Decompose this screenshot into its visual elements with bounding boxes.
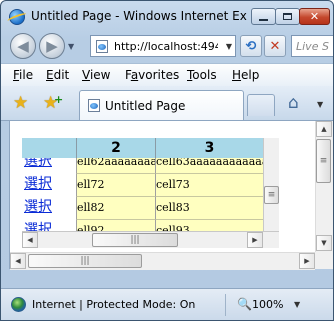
security-zone-status[interactable]: Internet | Protected Mode: On [32, 298, 195, 311]
grid-horizontal-scroll-thumb[interactable]: ||| [92, 233, 178, 247]
scrollbar-corner [315, 252, 332, 269]
page-scroll-left-icon[interactable]: ◀ [10, 253, 26, 269]
title-bar[interactable]: Untitled Page - Windows Internet Ex ✕ [1, 1, 333, 31]
zoom-level[interactable]: 100% [252, 298, 283, 311]
table-row: 選択 ell62aaaaaaaaaaaa cell63aaaaaaaaaaaaa… [22, 158, 263, 173]
tab-page-icon [88, 99, 100, 112]
menu-file[interactable]: File [13, 68, 33, 82]
select-link[interactable]: 選択 [22, 219, 76, 231]
minimize-icon [259, 18, 268, 21]
page-vertical-scroll-thumb[interactable]: ≡ [316, 139, 331, 183]
scroll-up-icon[interactable]: ▲ [316, 121, 332, 137]
favorites-center-icon[interactable]: ★ [13, 93, 28, 113]
window-title: Untitled Page - Windows Internet Ex [31, 9, 247, 23]
select-link[interactable]: 選択 [22, 173, 76, 196]
menu-bar: File Edit View Favorites Tools Help [1, 63, 333, 87]
grid-cell: ell82 [76, 196, 155, 219]
page-horizontal-scrollbar[interactable]: ◀ ||| ▶ [10, 252, 315, 270]
grid-vertical-scrollbar[interactable]: ≡ [263, 138, 279, 231]
menu-edit[interactable]: Edit [46, 68, 69, 82]
back-button[interactable]: ◀ [10, 33, 36, 59]
grid-header-col-2: 2 [76, 138, 155, 158]
grid-cell: cell63aaaaaaaaaaaaaa [155, 158, 263, 173]
page-content: 2 3 選択 ell62aaaaaaaaaaaa cell63aaaaaaaaa… [9, 121, 333, 270]
table-row: 選択 ell72 cell73 [22, 173, 263, 196]
page-vertical-scrollbar[interactable]: ▲ ≡ ▼ [315, 121, 333, 269]
grid-cell: ell72 [76, 173, 155, 196]
home-icon[interactable]: ⌂ [288, 93, 299, 113]
grid-header-col-3: 3 [155, 138, 263, 158]
page-icon [96, 40, 108, 53]
address-bar[interactable]: http://localhost:494 ▼ [90, 35, 236, 57]
address-dropdown-icon[interactable]: ▼ [226, 42, 232, 51]
grid-vertical-scroll-thumb[interactable]: ≡ [264, 186, 279, 204]
menu-favorites[interactable]: Favorites [125, 68, 179, 82]
select-link[interactable]: 選択 [22, 196, 76, 219]
zoom-icon[interactable]: 🔍 [237, 297, 252, 311]
command-bar: ★ ★ + Untitled Page ⌂ ▼ [1, 86, 333, 121]
tab-label: Untitled Page [105, 99, 186, 113]
grid-cell: cell83 [155, 196, 263, 219]
status-separator [225, 294, 226, 316]
menu-view[interactable]: View [82, 68, 110, 82]
menu-tools[interactable]: Tools [187, 68, 217, 82]
tab-untitled-page[interactable]: Untitled Page [79, 90, 244, 120]
menu-help[interactable]: Help [232, 68, 259, 82]
grid-cell: cell73 [155, 173, 263, 196]
table-row: 選択 ell92 cell93 [22, 219, 263, 231]
gridview-panel: 2 3 選択 ell62aaaaaaaaaaaa cell63aaaaaaaaa… [22, 138, 279, 248]
new-tab-button[interactable] [247, 94, 275, 116]
grid-header-row: 2 3 [22, 138, 263, 158]
status-bar: Internet | Protected Mode: On 🔍 100% ▼ [1, 288, 333, 320]
grid-cell: ell92 [76, 219, 155, 231]
grid-cell: ell62aaaaaaaaaaaa [76, 158, 155, 173]
refresh-button[interactable]: ⟲ [240, 35, 262, 57]
page-scroll-right-icon[interactable]: ▶ [299, 253, 315, 269]
stop-button[interactable]: ✕ [264, 35, 286, 57]
minimize-button[interactable] [251, 8, 276, 25]
search-input[interactable]: Live S [291, 35, 333, 57]
gridview: 2 3 選択 ell62aaaaaaaaaaaa cell63aaaaaaaaa… [22, 138, 263, 231]
browser-window: Untitled Page - Windows Internet Ex ✕ ◀ … [0, 0, 334, 321]
grid-body: 選択 ell62aaaaaaaaaaaa cell63aaaaaaaaaaaaa… [22, 158, 263, 231]
grid-horizontal-scrollbar[interactable]: ◀ ||| ▶ [22, 231, 279, 248]
internet-zone-globe-icon [11, 297, 26, 312]
table-row: 選択 ell82 cell83 [22, 196, 263, 219]
home-dropdown-icon[interactable]: ▼ [317, 100, 323, 109]
zoom-dropdown-icon[interactable]: ▼ [294, 300, 300, 309]
navigation-bar: ◀ ▶ ▼ http://localhost:494 ▼ ⟲ ✕ Live S [1, 29, 333, 63]
close-button[interactable]: ✕ [299, 8, 330, 25]
internet-explorer-icon [9, 9, 25, 25]
grid-scroll-right-icon[interactable]: ▶ [247, 232, 263, 248]
recent-pages-dropdown-icon[interactable]: ▼ [68, 42, 74, 51]
grid-scroll-left-icon[interactable]: ◀ [22, 232, 38, 248]
search-placeholder: Live S [296, 40, 329, 53]
maximize-button[interactable] [275, 8, 300, 25]
grid-cell: cell93 [155, 219, 263, 231]
maximize-icon [283, 13, 292, 20]
page-horizontal-scroll-thumb[interactable]: ||| [28, 254, 142, 268]
scroll-down-icon[interactable]: ▼ [316, 235, 332, 251]
select-link[interactable]: 選択 [22, 158, 76, 173]
add-favorites-plus-icon: + [54, 93, 64, 106]
address-input[interactable]: http://localhost:494 [114, 40, 218, 53]
forward-button[interactable]: ▶ [39, 33, 65, 59]
